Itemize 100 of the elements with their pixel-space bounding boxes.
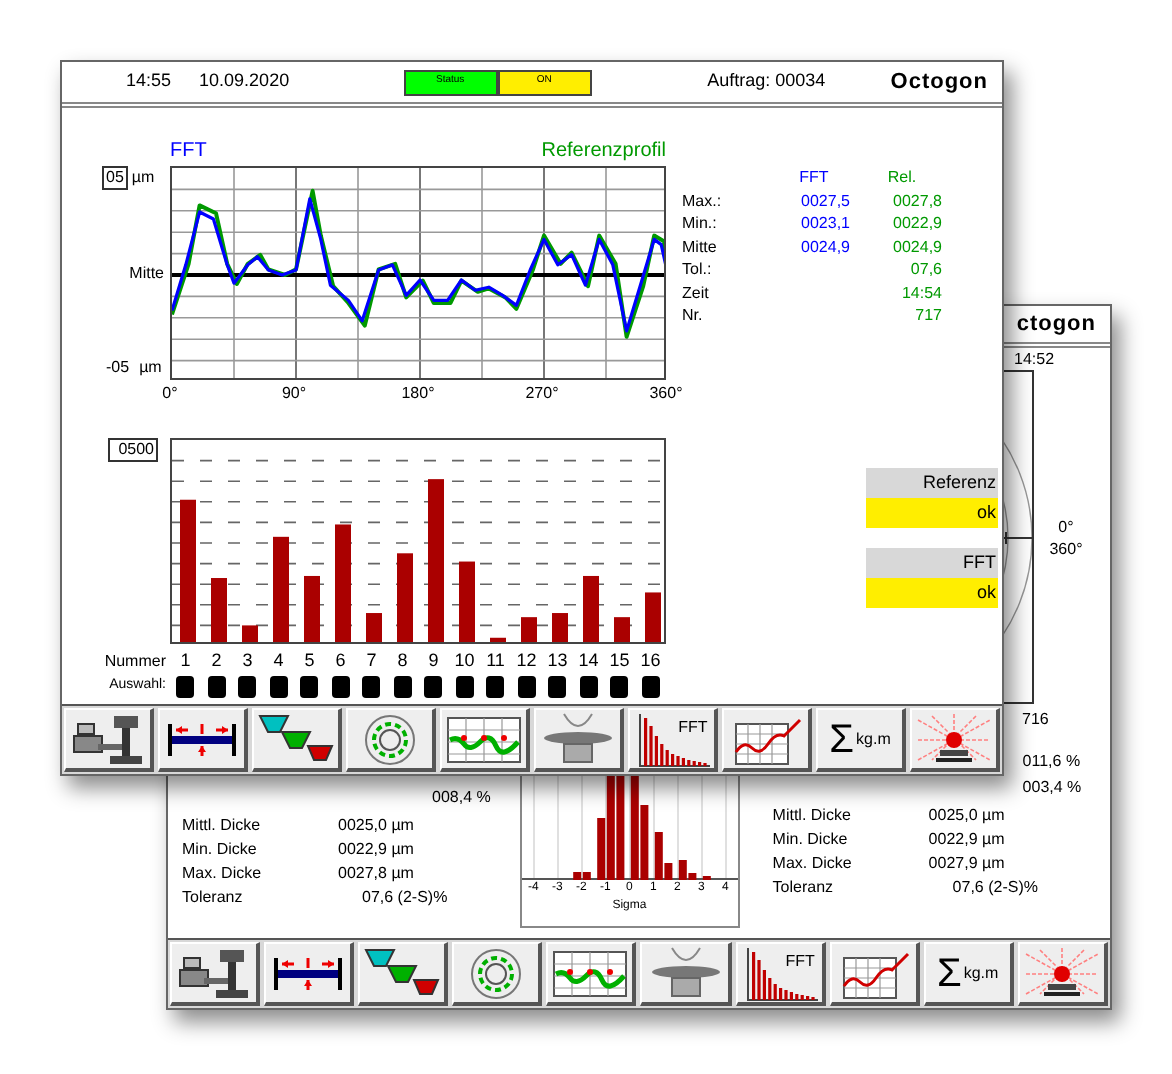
- ring-button[interactable]: [346, 708, 436, 772]
- stat-value: 0025,0 µm: [338, 814, 416, 838]
- stat-label: Min. Dicke: [182, 838, 259, 862]
- selection-toggle[interactable]: [517, 676, 536, 698]
- machine-button[interactable]: [170, 942, 261, 1006]
- machine-button[interactable]: [64, 708, 154, 772]
- trend-button[interactable]: [829, 942, 920, 1006]
- die-button[interactable]: [534, 708, 624, 772]
- ring-button[interactable]: [452, 942, 543, 1006]
- legend-label: FFT: [170, 140, 207, 164]
- result-title: FFT: [866, 547, 998, 577]
- machine-icon: [70, 711, 146, 767]
- bar-number: 10: [452, 650, 477, 672]
- width-button[interactable]: [158, 708, 248, 772]
- logo-text: Octogon: [890, 67, 988, 98]
- bar-number: 16: [638, 650, 663, 672]
- stat-label: Min. Dicke: [772, 828, 850, 852]
- selection-toggle[interactable]: [269, 676, 288, 698]
- selection-toggle[interactable]: [486, 676, 505, 698]
- unit-label: µm: [131, 166, 155, 190]
- hopper-button[interactable]: [252, 708, 342, 772]
- axis-tick-label: 180°: [401, 382, 435, 406]
- table-cell-text: 0024,9: [891, 235, 944, 258]
- bar: [521, 617, 537, 644]
- legend-label: Referenzprofil: [541, 140, 666, 164]
- bar: [273, 536, 289, 644]
- column-header: Rel.: [885, 166, 919, 189]
- stat-value: 0022,9 µm: [928, 828, 1007, 852]
- bar-number: 4: [271, 650, 286, 672]
- alarm-lamp-icon: [1023, 945, 1100, 1001]
- axis-label: -05: [106, 356, 130, 380]
- scale-max-field[interactable]: 05: [102, 166, 128, 190]
- logo-text: ctogon: [1016, 309, 1096, 340]
- die-button[interactable]: [640, 942, 732, 1006]
- width-button[interactable]: [264, 942, 355, 1006]
- stat-label: Zeit: [682, 281, 711, 304]
- profile-button[interactable]: [440, 708, 530, 772]
- percent-value: 011,6 %: [1022, 750, 1083, 774]
- fft-button[interactable]: FFT: [628, 708, 718, 772]
- result-value: ok: [866, 577, 998, 607]
- stat-label: Nr.: [682, 304, 705, 327]
- bar: [304, 575, 320, 644]
- bar-number: 11: [484, 650, 507, 672]
- stat-label: Tol.:: [682, 258, 714, 281]
- stat-label: Max.:: [682, 189, 724, 212]
- selection-toggle[interactable]: [548, 676, 567, 698]
- profile-button[interactable]: [546, 942, 637, 1006]
- alarm-button[interactable]: [1017, 942, 1108, 1006]
- date-text: 10.09.2020: [199, 68, 290, 95]
- bar-number: 9: [426, 650, 441, 672]
- result-title: Referenz: [866, 467, 998, 497]
- fft-chart-icon: [636, 711, 713, 767]
- trend-button[interactable]: [722, 708, 812, 772]
- hopper-icon: [364, 945, 441, 1001]
- stat-label: Mitte: [682, 235, 719, 258]
- scale-max-field[interactable]: 0500: [108, 438, 158, 462]
- selection-toggle[interactable]: [610, 676, 629, 698]
- bar-number: 14: [576, 650, 601, 672]
- clock-time: 14:52: [1014, 350, 1055, 368]
- bar: [366, 613, 382, 644]
- bar-number: 2: [209, 650, 224, 672]
- bar: [397, 553, 413, 644]
- selection-toggle[interactable]: [579, 676, 598, 698]
- bar-number: 3: [240, 650, 255, 672]
- axis-label: Mitte: [129, 261, 164, 285]
- table-cell-text: 0027,8: [891, 189, 944, 212]
- stat-label: Toleranz: [772, 876, 836, 900]
- selection-toggle[interactable]: [176, 676, 195, 698]
- table-cell-text: 0022,9: [891, 212, 944, 235]
- hopper-button[interactable]: [358, 942, 449, 1006]
- selection-toggle[interactable]: [362, 676, 381, 698]
- row-label: Nummer: [102, 650, 168, 672]
- fft-button[interactable]: FFT: [735, 942, 826, 1006]
- count-value: 716: [1022, 710, 1049, 728]
- selection-toggle[interactable]: [300, 676, 319, 698]
- column-header: FFT: [797, 166, 831, 189]
- stat-label: Max. Dicke: [182, 862, 264, 886]
- selection-toggle[interactable]: [331, 676, 350, 698]
- table-cell-text: 717: [913, 304, 944, 327]
- bar: [490, 637, 506, 644]
- alarm-button[interactable]: [910, 708, 1000, 772]
- axis-tick-label: 90°: [281, 382, 307, 406]
- selection-toggle[interactable]: [207, 676, 226, 698]
- bar-number: 6: [333, 650, 348, 672]
- stat-label: Max. Dicke: [772, 852, 854, 876]
- hopper-icon: [258, 711, 334, 767]
- bar: [552, 613, 568, 644]
- stat-label: Min.:: [682, 212, 719, 235]
- alarm-lamp-icon: [916, 711, 992, 767]
- order-number: Auftrag: 00034: [707, 68, 826, 95]
- bar-number: 15: [607, 650, 632, 672]
- stat-value: 0027,8 µm: [338, 862, 416, 886]
- selection-toggle[interactable]: [455, 676, 474, 698]
- selection-toggle[interactable]: [393, 676, 412, 698]
- axis-tick-label: 0°: [162, 382, 178, 406]
- selection-toggle[interactable]: [424, 676, 443, 698]
- selection-toggle[interactable]: [238, 676, 257, 698]
- stat-value: 0025,0 µm: [928, 804, 1007, 828]
- selection-toggle[interactable]: [641, 676, 660, 698]
- machine-icon: [176, 945, 253, 1001]
